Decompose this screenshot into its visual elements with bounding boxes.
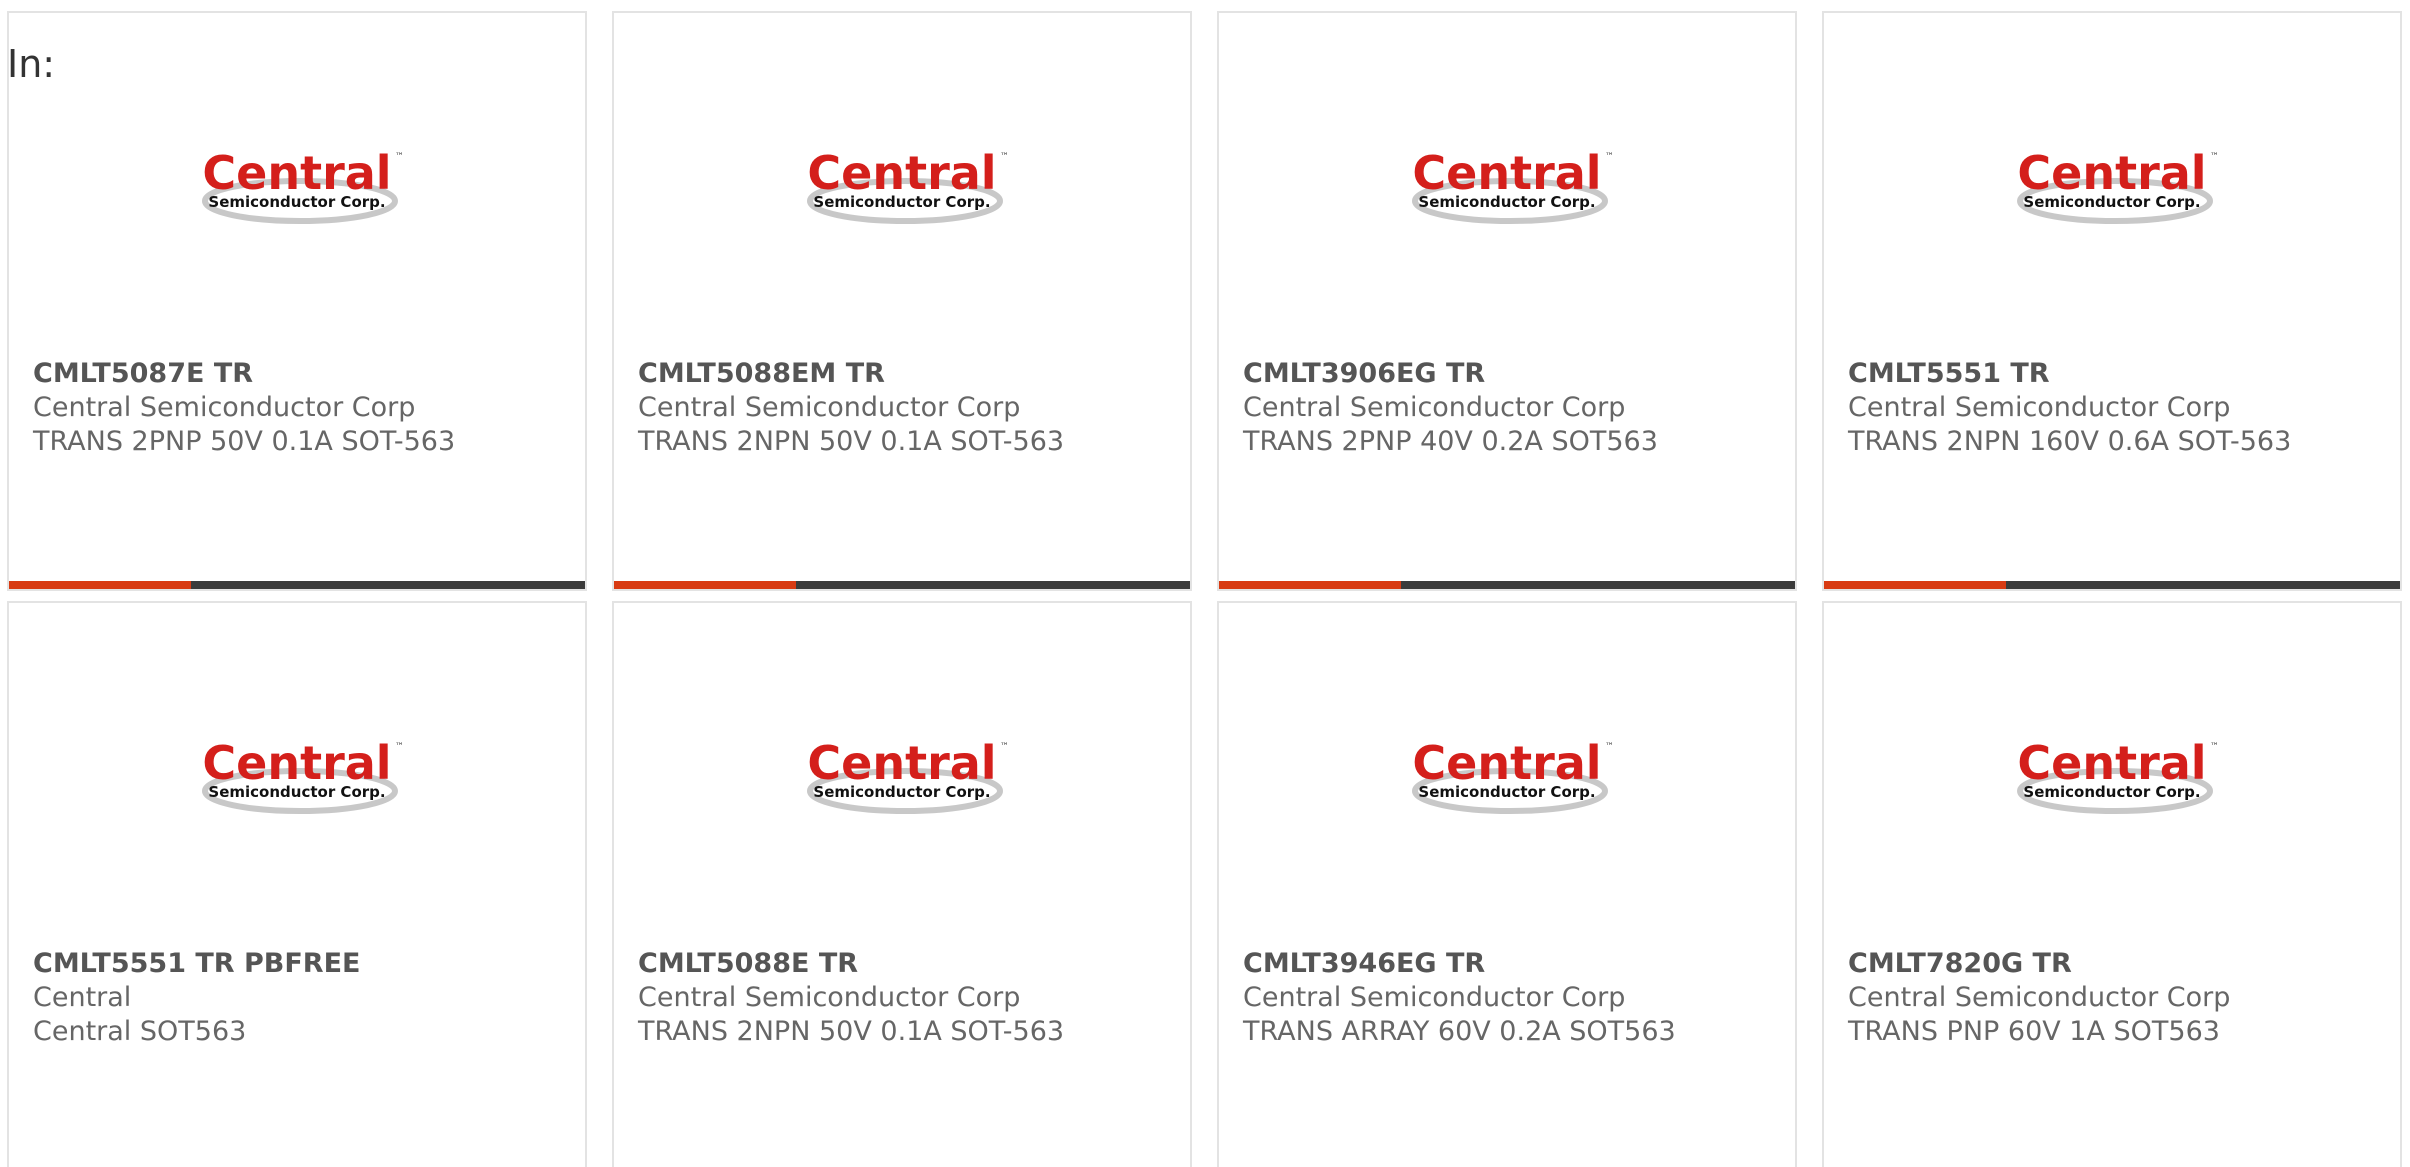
logo-wordmark: Central: [807, 146, 996, 200]
filter-label: In:: [7, 42, 56, 86]
manufacturer: Central Semiconductor Corp: [638, 392, 1021, 423]
card-footer-accent: [614, 581, 796, 589]
product-info: CMLT5551 TR Central Semiconductor Corp T…: [1848, 357, 2384, 459]
product-card[interactable]: Central ™ Semiconductor Corp. CMLT7820G TR…: [1822, 601, 2402, 1167]
part-number[interactable]: CMLT5551 TR PBFREE: [33, 947, 569, 981]
product-info: CMLT5088EM TR Central Semiconductor Corp…: [638, 357, 1174, 459]
product-card[interactable]: Central ™ Semiconductor Corp. CMLT5087E TR…: [7, 11, 587, 591]
product-info: CMLT5088E TR Central Semiconductor Corp …: [638, 947, 1174, 1049]
logo-wordmark: Central: [807, 736, 996, 790]
part-number[interactable]: CMLT5088E TR: [638, 947, 1174, 981]
product-description: TRANS 2NPN 50V 0.1A SOT-563: [638, 1016, 1065, 1047]
logo-graphic: Central ™ Semiconductor Corp.: [807, 146, 1009, 224]
product-description: TRANS 2NPN 160V 0.6A SOT-563: [1848, 426, 2292, 457]
product-info: CMLT3946EG TR Central Semiconductor Corp…: [1243, 947, 1779, 1049]
logo-trademark: ™: [395, 152, 402, 162]
product-description: TRANS PNP 60V 1A SOT563: [1848, 1016, 2220, 1047]
product-grid: Central ™ Semiconductor Corp. CMLT5087E TR…: [7, 11, 2402, 1167]
logo-trademark: ™: [1605, 742, 1612, 752]
logo-subtitle: Semiconductor Corp.: [1418, 783, 1595, 801]
card-footer-bar: [614, 581, 1190, 589]
product-card[interactable]: Central ™ Semiconductor Corp. CMLT5551 TR …: [1822, 11, 2402, 591]
logo-trademark: ™: [2210, 152, 2217, 162]
product-results-page: In: Central ™ Semiconductor Corp. CMLT5087…: [0, 0, 2410, 1167]
part-number[interactable]: CMLT5551 TR: [1848, 357, 2384, 391]
product-card[interactable]: Central ™ Semiconductor Corp. CMLT5088EM T…: [612, 11, 1192, 591]
product-description: Central SOT563: [33, 1016, 247, 1047]
product-card[interactable]: Central ™ Semiconductor Corp. CMLT3946EG T…: [1217, 601, 1797, 1167]
product-description: TRANS 2PNP 40V 0.2A SOT563: [1243, 426, 1658, 457]
central-semiconductor-logo: Central ™ Semiconductor Corp.: [1402, 143, 1614, 233]
product-info: CMLT3906EG TR Central Semiconductor Corp…: [1243, 357, 1779, 459]
logo-subtitle: Semiconductor Corp.: [2023, 193, 2200, 211]
central-semiconductor-logo: Central ™ Semiconductor Corp.: [2007, 143, 2219, 233]
card-footer-bar: [1824, 581, 2400, 589]
logo-wordmark: Central: [2017, 146, 2206, 200]
central-semiconductor-logo: Central ™ Semiconductor Corp.: [797, 733, 1009, 823]
card-footer-bar: [1219, 581, 1795, 589]
manufacturer: Central Semiconductor Corp: [638, 982, 1021, 1013]
logo-graphic: Central ™ Semiconductor Corp.: [202, 736, 404, 814]
manufacturer: Central: [33, 982, 132, 1013]
central-semiconductor-logo: Central ™ Semiconductor Corp.: [192, 143, 404, 233]
central-semiconductor-logo: Central ™ Semiconductor Corp.: [2007, 733, 2219, 823]
logo-trademark: ™: [2210, 742, 2217, 752]
product-description: TRANS 2NPN 50V 0.1A SOT-563: [638, 426, 1065, 457]
logo-subtitle: Semiconductor Corp.: [208, 193, 385, 211]
product-info: CMLT5087E TR Central Semiconductor Corp …: [33, 357, 569, 459]
product-card[interactable]: Central ™ Semiconductor Corp. CMLT5551 TR …: [7, 601, 587, 1167]
card-footer-accent: [1824, 581, 2006, 589]
manufacturer: Central Semiconductor Corp: [1848, 392, 2231, 423]
product-info: CMLT5551 TR PBFREE Central Central SOT56…: [33, 947, 569, 1049]
part-number[interactable]: CMLT3946EG TR: [1243, 947, 1779, 981]
part-number[interactable]: CMLT7820G TR: [1848, 947, 2384, 981]
logo-subtitle: Semiconductor Corp.: [2023, 783, 2200, 801]
logo-wordmark: Central: [1412, 146, 1601, 200]
logo-wordmark: Central: [2017, 736, 2206, 790]
product-description: TRANS ARRAY 60V 0.2A SOT563: [1243, 1016, 1676, 1047]
part-number[interactable]: CMLT5087E TR: [33, 357, 569, 391]
logo-wordmark: Central: [1412, 736, 1601, 790]
logo-trademark: ™: [395, 742, 402, 752]
product-description: TRANS 2PNP 50V 0.1A SOT-563: [33, 426, 456, 457]
logo-wordmark: Central: [202, 146, 391, 200]
logo-trademark: ™: [1000, 742, 1007, 752]
logo-trademark: ™: [1000, 152, 1007, 162]
logo-graphic: Central ™ Semiconductor Corp.: [2017, 146, 2219, 224]
part-number[interactable]: CMLT3906EG TR: [1243, 357, 1779, 391]
card-footer-accent: [1219, 581, 1401, 589]
logo-graphic: Central ™ Semiconductor Corp.: [1412, 736, 1614, 814]
part-number[interactable]: CMLT5088EM TR: [638, 357, 1174, 391]
logo-graphic: Central ™ Semiconductor Corp.: [1412, 146, 1614, 224]
manufacturer: Central Semiconductor Corp: [1243, 392, 1626, 423]
product-info: CMLT7820G TR Central Semiconductor Corp …: [1848, 947, 2384, 1049]
logo-subtitle: Semiconductor Corp.: [813, 783, 990, 801]
logo-subtitle: Semiconductor Corp.: [1418, 193, 1595, 211]
manufacturer: Central Semiconductor Corp: [1848, 982, 2231, 1013]
card-footer-accent: [9, 581, 191, 589]
logo-graphic: Central ™ Semiconductor Corp.: [807, 736, 1009, 814]
product-card[interactable]: Central ™ Semiconductor Corp. CMLT5088E TR…: [612, 601, 1192, 1167]
logo-graphic: Central ™ Semiconductor Corp.: [2017, 736, 2219, 814]
central-semiconductor-logo: Central ™ Semiconductor Corp.: [797, 143, 1009, 233]
logo-trademark: ™: [1605, 152, 1612, 162]
product-card[interactable]: Central ™ Semiconductor Corp. CMLT3906EG T…: [1217, 11, 1797, 591]
manufacturer: Central Semiconductor Corp: [33, 392, 416, 423]
logo-subtitle: Semiconductor Corp.: [813, 193, 990, 211]
manufacturer: Central Semiconductor Corp: [1243, 982, 1626, 1013]
central-semiconductor-logo: Central ™ Semiconductor Corp.: [1402, 733, 1614, 823]
card-footer-bar: [9, 581, 585, 589]
logo-graphic: Central ™ Semiconductor Corp.: [202, 146, 404, 224]
logo-subtitle: Semiconductor Corp.: [208, 783, 385, 801]
central-semiconductor-logo: Central ™ Semiconductor Corp.: [192, 733, 404, 823]
logo-wordmark: Central: [202, 736, 391, 790]
